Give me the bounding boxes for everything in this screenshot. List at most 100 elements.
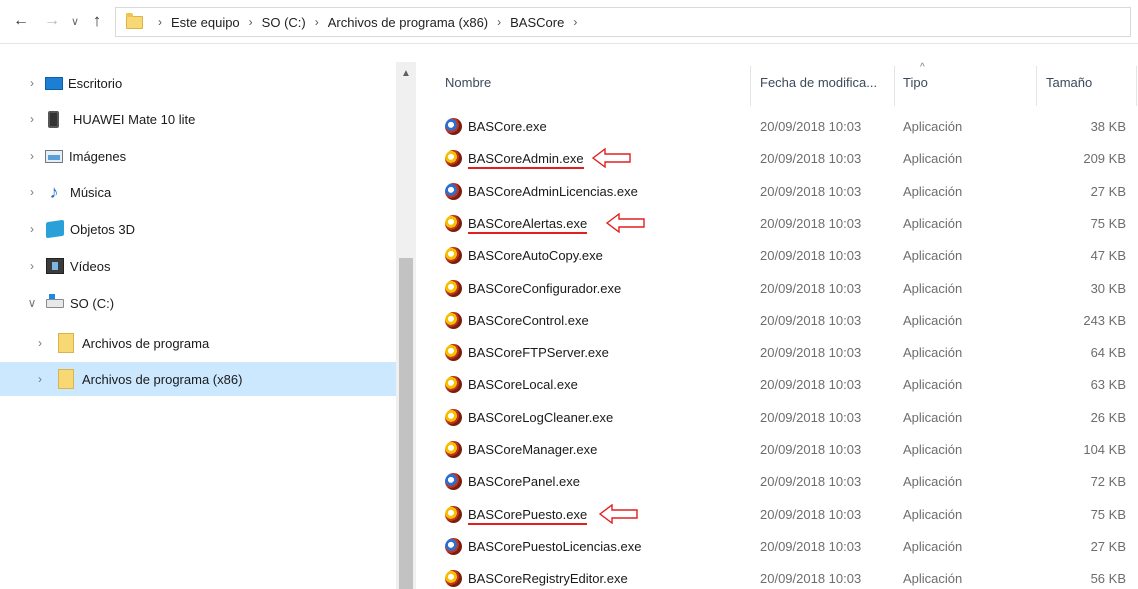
application-icon bbox=[445, 118, 462, 135]
file-date: 20/09/2018 10:03 bbox=[760, 409, 862, 425]
nav-item-archivos-de-programa-x86[interactable]: › Archivos de programa (x86) bbox=[0, 362, 396, 396]
column-divider[interactable] bbox=[750, 66, 751, 106]
chevron-right-icon[interactable]: › bbox=[573, 15, 577, 29]
file-row[interactable]: BASCoreAutoCopy.exe 20/09/2018 10:03 Aplic… bbox=[422, 239, 1138, 271]
file-row[interactable]: BASCoreLocal.exe 20/09/2018 10:03 Aplicaci… bbox=[422, 368, 1138, 400]
file-row[interactable]: BASCorePuesto.exe 20/09/2018 10:03 Aplicac… bbox=[422, 498, 1138, 530]
nav-pane-scrollbar[interactable]: ▲ bbox=[396, 62, 416, 589]
phone-icon bbox=[48, 110, 59, 128]
file-type: Aplicación bbox=[903, 377, 963, 393]
breadcrumb-item[interactable]: Archivos de programa (x86) bbox=[328, 15, 488, 30]
file-type: Aplicación bbox=[903, 571, 963, 587]
nav-item-label: Vídeos bbox=[70, 258, 111, 274]
file-row[interactable]: BASCoreConfigurador.exe 20/09/2018 10:03 A… bbox=[422, 272, 1138, 304]
nav-item-label: Objetos 3D bbox=[70, 221, 136, 237]
file-row[interactable]: BASCoreAlertas.exe 20/09/2018 10:03 Aplica… bbox=[422, 207, 1138, 239]
up-arrow-icon[interactable]: ↑ bbox=[86, 10, 108, 32]
nav-item-label: Escritorio bbox=[68, 75, 123, 91]
nav-item-objetos-3d[interactable]: › Objetos 3D bbox=[0, 212, 396, 246]
scroll-up-arrow-icon[interactable]: ▲ bbox=[396, 68, 416, 79]
file-row[interactable]: BASCoreAdminLicencias.exe 20/09/2018 10:0… bbox=[422, 175, 1138, 207]
file-row[interactable]: BASCoreLogCleaner.exe 20/09/2018 10:03 Apl… bbox=[422, 401, 1138, 433]
file-name: BASCoreControl.exe bbox=[468, 312, 589, 328]
chevron-right-icon[interactable]: › bbox=[26, 112, 38, 126]
file-name: BASCoreAlertas.exe bbox=[468, 216, 588, 234]
file-date: 20/09/2018 10:03 bbox=[760, 474, 862, 490]
application-icon bbox=[445, 408, 462, 426]
chevron-right-icon[interactable]: › bbox=[26, 185, 38, 199]
nav-item-v-deos[interactable]: › Vídeos bbox=[0, 249, 396, 283]
column-header-name[interactable]: Nombre bbox=[445, 75, 491, 90]
chevron-down-icon[interactable]: ∨ bbox=[26, 296, 38, 310]
nav-item-escritorio[interactable]: › Escritorio bbox=[0, 66, 396, 100]
file-size: 38 KB bbox=[1090, 119, 1126, 134]
chevron-right-icon[interactable]: › bbox=[497, 15, 501, 29]
application-icon bbox=[445, 311, 462, 329]
column-divider[interactable] bbox=[1036, 66, 1037, 106]
file-row[interactable]: BASCoreControl.exe 20/09/2018 10:03 Aplica… bbox=[422, 304, 1138, 336]
breadcrumb-item[interactable]: SO (C:) bbox=[262, 15, 306, 30]
file-size: 64 KB bbox=[1090, 345, 1126, 361]
file-row[interactable]: BASCoreFTPServer.exe 20/09/2018 10:03 Apli… bbox=[422, 336, 1138, 368]
breadcrumb-item[interactable]: BASCore bbox=[510, 15, 564, 30]
file-type: Aplicación bbox=[903, 183, 963, 199]
chevron-right-icon[interactable]: › bbox=[34, 372, 46, 386]
file-size: 75 KB bbox=[1090, 506, 1126, 522]
file-date: 20/09/2018 10:03 bbox=[760, 442, 862, 457]
file-row[interactable]: BASCore.exe 20/09/2018 10:03 Aplicación 38 … bbox=[422, 110, 1138, 142]
file-date: 20/09/2018 10:03 bbox=[760, 345, 862, 361]
file-row[interactable]: BASCoreRegistryEditor.exe 20/09/2018 10:0… bbox=[422, 562, 1138, 589]
file-size: 27 KB bbox=[1090, 538, 1126, 554]
chevron-right-icon[interactable]: › bbox=[34, 336, 46, 350]
column-header-date[interactable]: Fecha de modifica... bbox=[760, 75, 877, 90]
file-date: 20/09/2018 10:03 bbox=[760, 538, 862, 554]
nav-item-m-sica[interactable]: › ♪ Música bbox=[0, 175, 396, 209]
nav-item-archivos-de-programa[interactable]: › Archivos de programa bbox=[0, 326, 396, 360]
chevron-right-icon[interactable]: › bbox=[26, 149, 38, 163]
forward-arrow-icon[interactable]: → bbox=[41, 10, 63, 32]
file-type: Aplicación bbox=[903, 280, 963, 296]
chevron-right-icon[interactable]: › bbox=[26, 259, 38, 273]
file-size: 56 KB bbox=[1090, 571, 1126, 587]
column-divider[interactable] bbox=[894, 66, 895, 106]
file-size: 209 KB bbox=[1083, 151, 1126, 167]
file-type: Aplicación bbox=[903, 119, 963, 134]
application-icon bbox=[445, 473, 462, 491]
file-date: 20/09/2018 10:03 bbox=[760, 151, 862, 167]
file-date: 20/09/2018 10:03 bbox=[760, 280, 862, 296]
drive-icon bbox=[46, 293, 64, 308]
back-arrow-icon[interactable]: ← bbox=[10, 10, 32, 32]
breadcrumb-item[interactable]: Este equipo bbox=[171, 15, 240, 30]
file-row[interactable]: BASCorePuestoLicencias.exe 20/09/2018 10:… bbox=[422, 530, 1138, 562]
nav-item-so-c[interactable]: ∨ SO (C:) bbox=[0, 286, 396, 320]
column-header-size[interactable]: Tamaño bbox=[1046, 75, 1092, 90]
scroll-thumb[interactable] bbox=[399, 258, 413, 589]
objects-3d-icon bbox=[46, 219, 64, 239]
chevron-right-icon[interactable]: › bbox=[249, 15, 253, 29]
file-row[interactable]: BASCoreManager.exe 20/09/2018 10:03 Aplica… bbox=[422, 433, 1138, 465]
file-row[interactable]: BASCoreAdmin.exe 20/09/2018 10:03 Aplicaci… bbox=[422, 142, 1138, 174]
chevron-right-icon[interactable]: › bbox=[315, 15, 319, 29]
chevron-right-icon[interactable]: › bbox=[26, 222, 38, 236]
file-date: 20/09/2018 10:03 bbox=[760, 248, 862, 264]
column-divider[interactable] bbox=[1136, 66, 1137, 106]
column-header-type[interactable]: Tipo bbox=[903, 75, 928, 90]
address-box[interactable]: › Este equipo › SO (C:) › Archivos de program… bbox=[115, 7, 1131, 37]
file-size: 104 KB bbox=[1083, 442, 1126, 457]
file-type: Aplicación bbox=[903, 345, 963, 361]
application-icon bbox=[445, 182, 462, 200]
nav-item-huawei-mate-10-lite[interactable]: › HUAWEI Mate 10 lite bbox=[0, 102, 396, 136]
recent-locations-chevron-icon[interactable]: ∨ bbox=[64, 10, 86, 32]
file-date: 20/09/2018 10:03 bbox=[760, 506, 862, 522]
chevron-right-icon[interactable]: › bbox=[26, 76, 38, 90]
chevron-right-icon[interactable]: › bbox=[158, 15, 162, 29]
annotation-arrow-icon bbox=[592, 148, 632, 169]
desktop-icon bbox=[45, 77, 63, 90]
file-type: Aplicación bbox=[903, 248, 963, 264]
nav-item-im-genes[interactable]: › Imágenes bbox=[0, 139, 396, 173]
nav-item-label: Imágenes bbox=[69, 148, 127, 164]
address-bar: ← → ∨ ↑ › Este equipo › SO (C:) › Archivos de… bbox=[0, 0, 1138, 44]
file-type: Aplicación bbox=[903, 409, 963, 425]
file-date: 20/09/2018 10:03 bbox=[760, 312, 862, 328]
file-row[interactable]: BASCorePanel.exe 20/09/2018 10:03 Aplicaci… bbox=[422, 465, 1138, 497]
